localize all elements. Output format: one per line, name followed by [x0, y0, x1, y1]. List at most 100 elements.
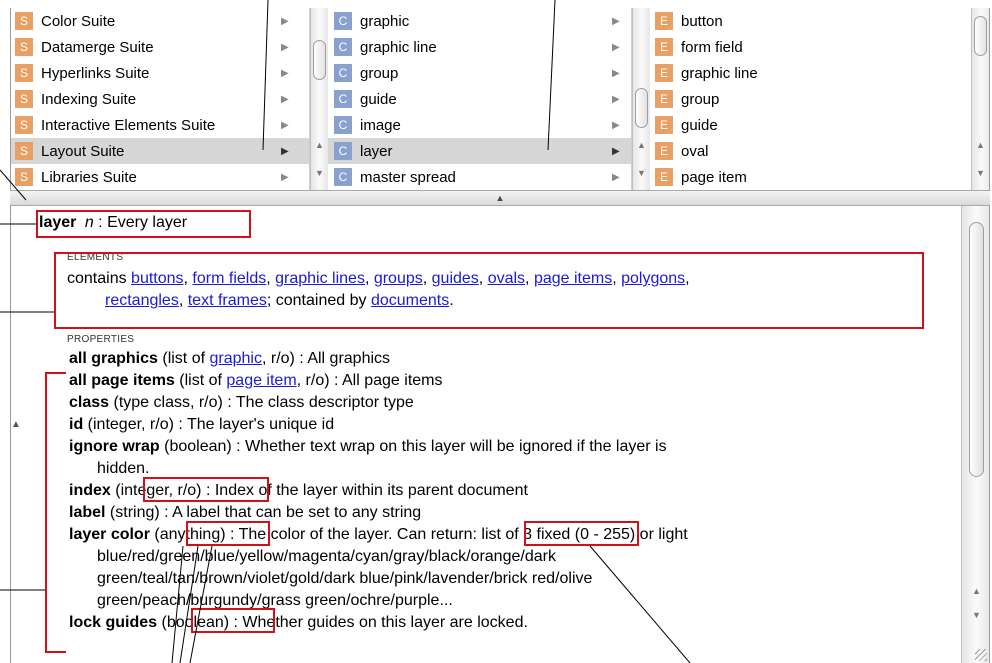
suite-row-indexing[interactable]: S Indexing Suite ▶	[11, 86, 309, 112]
scroll-up-arrow-icon[interactable]: ▲	[633, 140, 650, 150]
scroll-thumb[interactable]	[974, 16, 987, 56]
element-row-group[interactable]: E group	[650, 86, 968, 112]
element-icon: E	[655, 64, 673, 82]
element-row-graphic-line[interactable]: E graphic line	[650, 60, 968, 86]
element-icon: E	[655, 168, 673, 186]
scroll-down-arrow-icon[interactable]: ▼	[968, 610, 985, 620]
element-label: form field	[681, 38, 743, 56]
suite-label: Indexing Suite	[41, 90, 137, 108]
suite-icon: S	[15, 12, 33, 30]
layer-color-values-line-2: green/teal/tan/brown/violet/gold/dark bl…	[97, 570, 593, 587]
property-lock-guides: lock guides (boolean) : Whether guides o…	[69, 612, 528, 634]
disclosure-arrow-icon: ▶	[281, 93, 289, 105]
elements-left-scrollbar[interactable]: ▲ ▼	[632, 8, 650, 190]
element-icon: E	[655, 38, 673, 56]
suite-icon: S	[15, 64, 33, 82]
disclosure-arrow-icon: ▶	[281, 67, 289, 79]
class-label: image	[360, 116, 401, 134]
scroll-up-arrow-icon[interactable]: ▲	[972, 140, 989, 150]
element-icon: E	[655, 142, 673, 160]
element-label: group	[681, 90, 720, 108]
class-label: layer	[360, 142, 393, 160]
suite-label: Libraries Suite	[41, 168, 137, 186]
property-name: lock guides	[69, 614, 158, 631]
disclosure-arrow-icon: ▶	[281, 41, 289, 53]
disclosure-arrow-icon: ▶	[612, 171, 620, 183]
class-row-guide[interactable]: C guide ▶	[328, 86, 631, 112]
class-label: guide	[360, 90, 397, 108]
suite-row-hyperlinks[interactable]: S Hyperlinks Suite ▶	[11, 60, 309, 86]
property-class: class (type class, r/o) : The class desc…	[69, 392, 414, 414]
suite-icon: S	[15, 168, 33, 186]
suite-row-layout[interactable]: S Layout Suite ▶	[11, 138, 309, 164]
class-row-group[interactable]: C group ▶	[328, 60, 631, 86]
class-label: master spread	[360, 168, 456, 186]
suite-row-color[interactable]: S Color Suite ▶	[11, 8, 309, 34]
property-name: index	[69, 482, 111, 499]
element-icon: E	[655, 90, 673, 108]
annotation-box-can-return	[524, 521, 639, 546]
pane-splitter[interactable]: ▲	[10, 190, 990, 206]
scroll-up-arrow-icon[interactable]: ▲	[311, 140, 328, 150]
resize-grip-icon[interactable]	[975, 649, 987, 661]
suite-row-libraries[interactable]: S Libraries Suite ▶	[11, 164, 309, 190]
scroll-down-arrow-icon[interactable]: ▼	[311, 168, 328, 178]
scroll-thumb[interactable]	[969, 222, 984, 477]
property-name: ignore wrap	[69, 438, 160, 455]
scroll-thumb[interactable]	[635, 88, 648, 128]
property-description: (boolean) : Whether text wrap on this la…	[159, 438, 667, 455]
scroll-down-arrow-icon[interactable]: ▼	[633, 168, 650, 178]
element-row-button[interactable]: E button	[650, 8, 968, 34]
property-name: id	[69, 416, 84, 433]
disclosure-arrow-icon: ▶	[612, 93, 620, 105]
class-icon: C	[334, 142, 352, 160]
disclosure-arrow-icon: ▶	[612, 41, 620, 53]
class-row-graphic[interactable]: C graphic ▶	[328, 8, 631, 34]
property-description: , r/o) : All page items	[296, 372, 443, 389]
suite-row-interactive-elements[interactable]: S Interactive Elements Suite ▶	[11, 112, 309, 138]
class-icon: C	[334, 64, 352, 82]
class-label: group	[360, 64, 399, 82]
suite-icon: S	[15, 90, 33, 108]
property-description: (string) : A label that can be set to an…	[105, 504, 422, 521]
elements-column[interactable]: ▲ ▼ E button E form field E graphic line…	[632, 8, 989, 190]
dictionary-scrollbar[interactable]: ▲ ▼	[961, 206, 989, 663]
scroll-down-arrow-icon[interactable]: ▼	[972, 168, 989, 178]
disclosure-arrow-icon: ▶	[612, 145, 620, 157]
property-description: , r/o) : All graphics	[261, 350, 391, 367]
elements-right-scrollbar[interactable]: ▲ ▼	[971, 8, 989, 190]
element-label: graphic line	[681, 64, 758, 82]
classes-column[interactable]: ▲ ▼ C graphic ▶ C graphic line ▶ C group…	[310, 8, 632, 190]
class-row-layer[interactable]: C layer ▶	[328, 138, 631, 164]
property-name: class	[69, 394, 110, 411]
class-row-master-spread[interactable]: C master spread ▶	[328, 164, 631, 190]
element-row-guide[interactable]: E guide	[650, 112, 968, 138]
link-page-item[interactable]: page item	[226, 372, 296, 389]
property-name: all graphics	[69, 350, 158, 367]
suite-icon: S	[15, 38, 33, 56]
element-label: guide	[681, 116, 718, 134]
suites-column[interactable]: S Color Suite ▶ S Datamerge Suite ▶ S Hy…	[11, 8, 310, 190]
class-label: graphic line	[360, 38, 437, 56]
properties-heading: PROPERTIES	[67, 334, 135, 345]
property-description: (type class, r/o) : The class descriptor…	[109, 394, 414, 411]
link-graphic[interactable]: graphic	[209, 350, 261, 367]
annotation-box-term	[36, 210, 251, 238]
annotation-box-lock-guides-type	[191, 608, 275, 633]
property-all-page-items: all page items (list of page item, r/o) …	[69, 370, 443, 392]
scroll-thumb[interactable]	[313, 40, 326, 80]
class-icon: C	[334, 168, 352, 186]
element-icon: E	[655, 116, 673, 134]
element-row-form-field[interactable]: E form field	[650, 34, 968, 60]
class-row-graphic-line[interactable]: C graphic line ▶	[328, 34, 631, 60]
suite-label: Color Suite	[41, 12, 116, 30]
element-row-oval[interactable]: E oval	[650, 138, 968, 164]
collapse-marker-icon: ▲	[11, 419, 21, 430]
class-label: graphic	[360, 12, 410, 30]
splitter-handle-icon: ▲	[495, 193, 505, 203]
element-row-page-item[interactable]: E page item	[650, 164, 968, 190]
suite-row-datamerge[interactable]: S Datamerge Suite ▶	[11, 34, 309, 60]
classes-scrollbar[interactable]: ▲ ▼	[310, 8, 328, 190]
scroll-up-arrow-icon[interactable]: ▲	[968, 586, 985, 596]
class-row-image[interactable]: C image ▶	[328, 112, 631, 138]
